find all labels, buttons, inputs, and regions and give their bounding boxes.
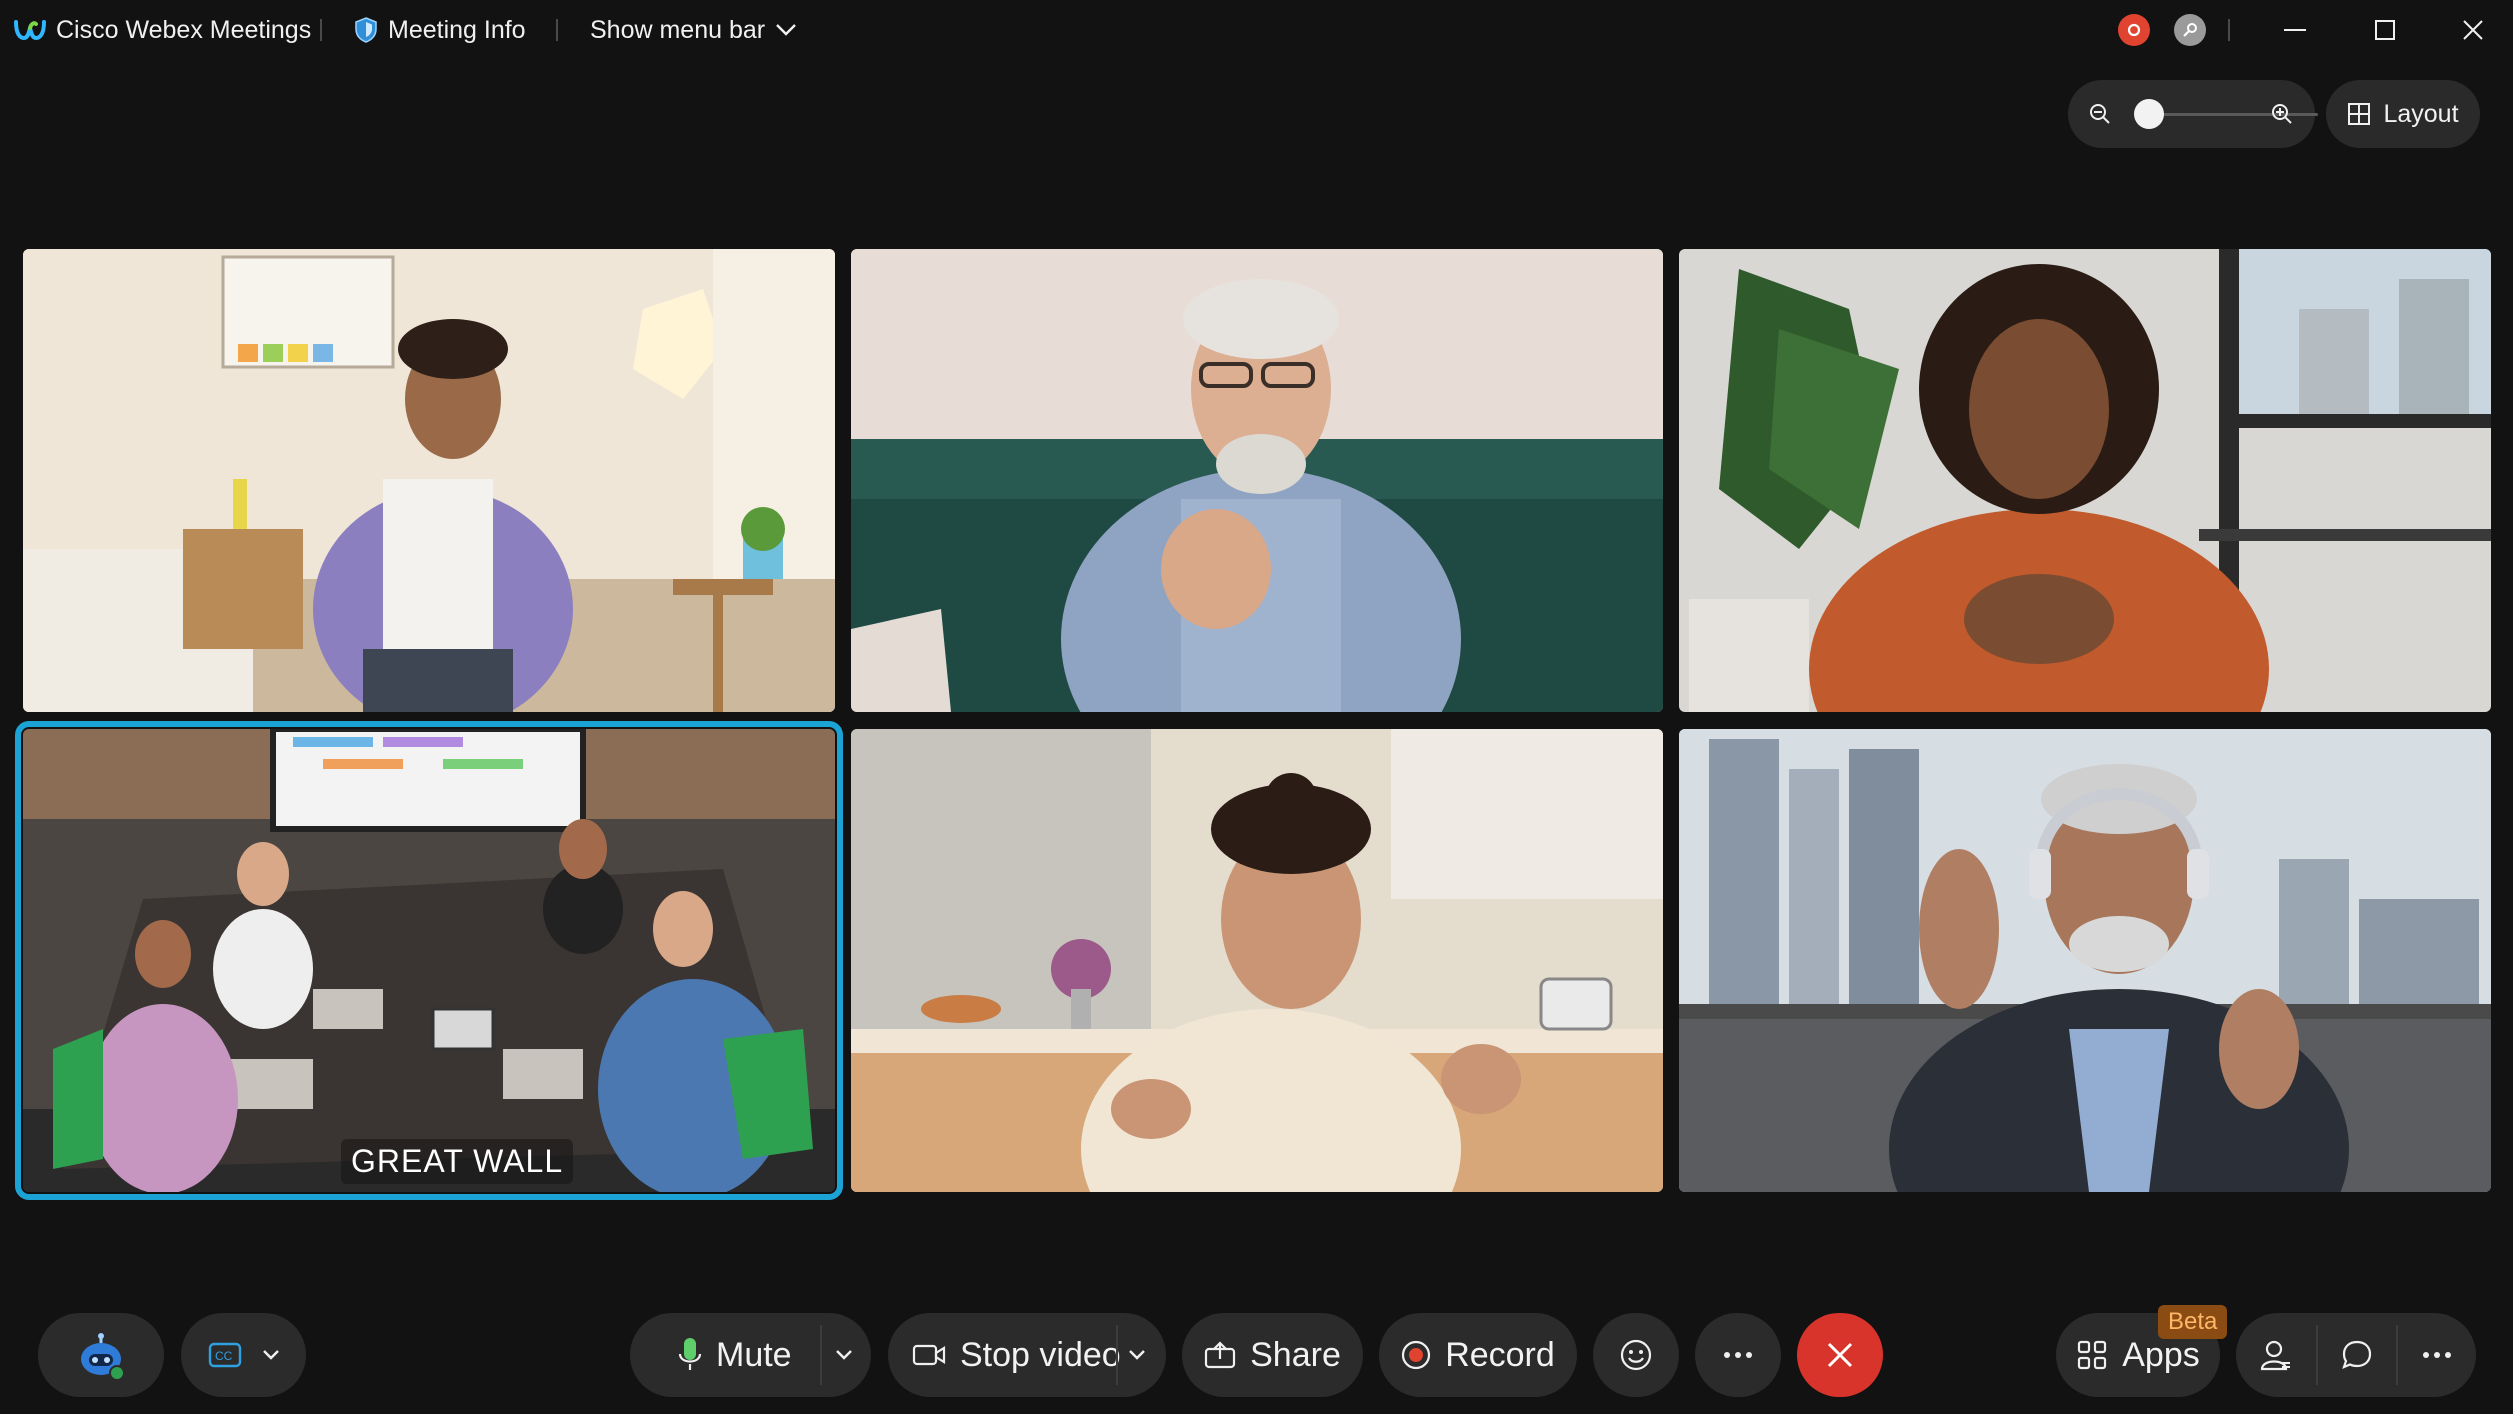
- ai-assistant-button[interactable]: [38, 1313, 164, 1397]
- participants-icon: [2260, 1339, 2292, 1371]
- chat-button[interactable]: [2318, 1313, 2396, 1397]
- participant-video-image: [851, 729, 1663, 1192]
- chevron-down-icon[interactable]: [1128, 1349, 1146, 1361]
- meeting-info-button[interactable]: Meeting Info: [354, 0, 526, 60]
- key-icon[interactable]: [2174, 14, 2206, 46]
- beta-badge: Beta: [2158, 1305, 2228, 1339]
- ai-assistant-icon: [75, 1329, 127, 1381]
- more-panels-button[interactable]: [2398, 1313, 2476, 1397]
- share-icon: [1204, 1341, 1236, 1369]
- minimize-icon: [2284, 28, 2306, 32]
- participant-video-tile[interactable]: [851, 249, 1663, 712]
- record-button[interactable]: Record: [1379, 1313, 1577, 1397]
- microphone-icon: [678, 1336, 702, 1374]
- show-menu-bar-button[interactable]: Show menu bar: [590, 0, 797, 60]
- record-icon: [1401, 1340, 1431, 1370]
- end-call-button[interactable]: [1797, 1313, 1883, 1397]
- record-label: Record: [1445, 1335, 1555, 1374]
- mute-label: Mute: [716, 1335, 792, 1374]
- chat-icon: [2341, 1339, 2373, 1371]
- reactions-button[interactable]: [1593, 1313, 1679, 1397]
- participant-video-tile-active[interactable]: GREAT WALL: [15, 721, 843, 1200]
- layout-label: Layout: [2383, 99, 2459, 128]
- participant-video-image: [1679, 249, 2491, 712]
- zoom-out-icon[interactable]: [2088, 102, 2112, 126]
- recording-indicator-icon[interactable]: [2118, 14, 2150, 46]
- participant-video-image: [1679, 729, 2491, 1192]
- divider: [2228, 19, 2230, 41]
- layout-button[interactable]: Layout: [2326, 80, 2480, 148]
- minimize-button[interactable]: [2255, 0, 2335, 60]
- participant-video-tile[interactable]: [23, 249, 835, 712]
- participant-video-tile[interactable]: [851, 729, 1663, 1192]
- zoom-in-icon[interactable]: [2270, 102, 2294, 126]
- stop-video-label: Stop video: [960, 1335, 1121, 1374]
- participant-video-tile[interactable]: [1679, 249, 2491, 712]
- layout-grid-icon: [2347, 102, 2371, 126]
- share-label: Share: [1250, 1335, 1341, 1374]
- divider: [820, 1325, 822, 1385]
- closed-captions-icon: CC: [208, 1342, 242, 1368]
- participant-video-image: [23, 729, 835, 1192]
- closed-captions-button[interactable]: CC: [181, 1313, 306, 1397]
- side-panel-group: [2236, 1313, 2476, 1397]
- shield-icon: [354, 16, 378, 44]
- emoji-icon: [1619, 1338, 1653, 1372]
- divider: [556, 19, 558, 41]
- app-title: Cisco Webex Meetings: [14, 0, 311, 60]
- meeting-info-label: Meeting Info: [388, 15, 526, 44]
- stop-video-button[interactable]: Stop video: [888, 1313, 1166, 1397]
- video-camera-icon: [912, 1343, 946, 1367]
- participant-video-image: [851, 249, 1663, 712]
- chevron-down-icon: [775, 23, 797, 37]
- webex-logo-icon: [14, 18, 46, 42]
- zoom-control: [2068, 80, 2318, 148]
- maximize-button[interactable]: [2345, 0, 2425, 60]
- apps-grid-icon: [2076, 1339, 2108, 1371]
- more-options-button[interactable]: [1695, 1313, 1781, 1397]
- share-button[interactable]: Share: [1182, 1313, 1363, 1397]
- chevron-down-icon[interactable]: [262, 1349, 280, 1361]
- maximize-icon: [2375, 20, 2395, 40]
- participant-video-tile[interactable]: [1679, 729, 2491, 1192]
- close-button[interactable]: [2433, 0, 2513, 60]
- more-horizontal-icon: [1723, 1351, 1753, 1359]
- show-menu-bar-label: Show menu bar: [590, 15, 766, 44]
- close-icon: [2463, 20, 2483, 40]
- divider: [320, 19, 322, 41]
- zoom-slider-thumb[interactable]: [2134, 99, 2164, 129]
- participants-button[interactable]: [2236, 1313, 2316, 1397]
- app-title-text: Cisco Webex Meetings: [56, 15, 312, 44]
- chevron-down-icon[interactable]: [835, 1349, 853, 1361]
- participant-name-label: GREAT WALL: [341, 1139, 574, 1184]
- participant-video-image: [23, 249, 835, 712]
- mute-button[interactable]: Mute: [630, 1313, 871, 1397]
- divider: [1116, 1325, 1118, 1385]
- svg-text:CC: CC: [215, 1349, 233, 1363]
- more-horizontal-icon: [2422, 1351, 2452, 1359]
- close-icon: [1826, 1341, 1854, 1369]
- title-bar: Cisco Webex Meetings Meeting Info Show m…: [0, 0, 2513, 60]
- apps-label: Apps: [2122, 1335, 2200, 1374]
